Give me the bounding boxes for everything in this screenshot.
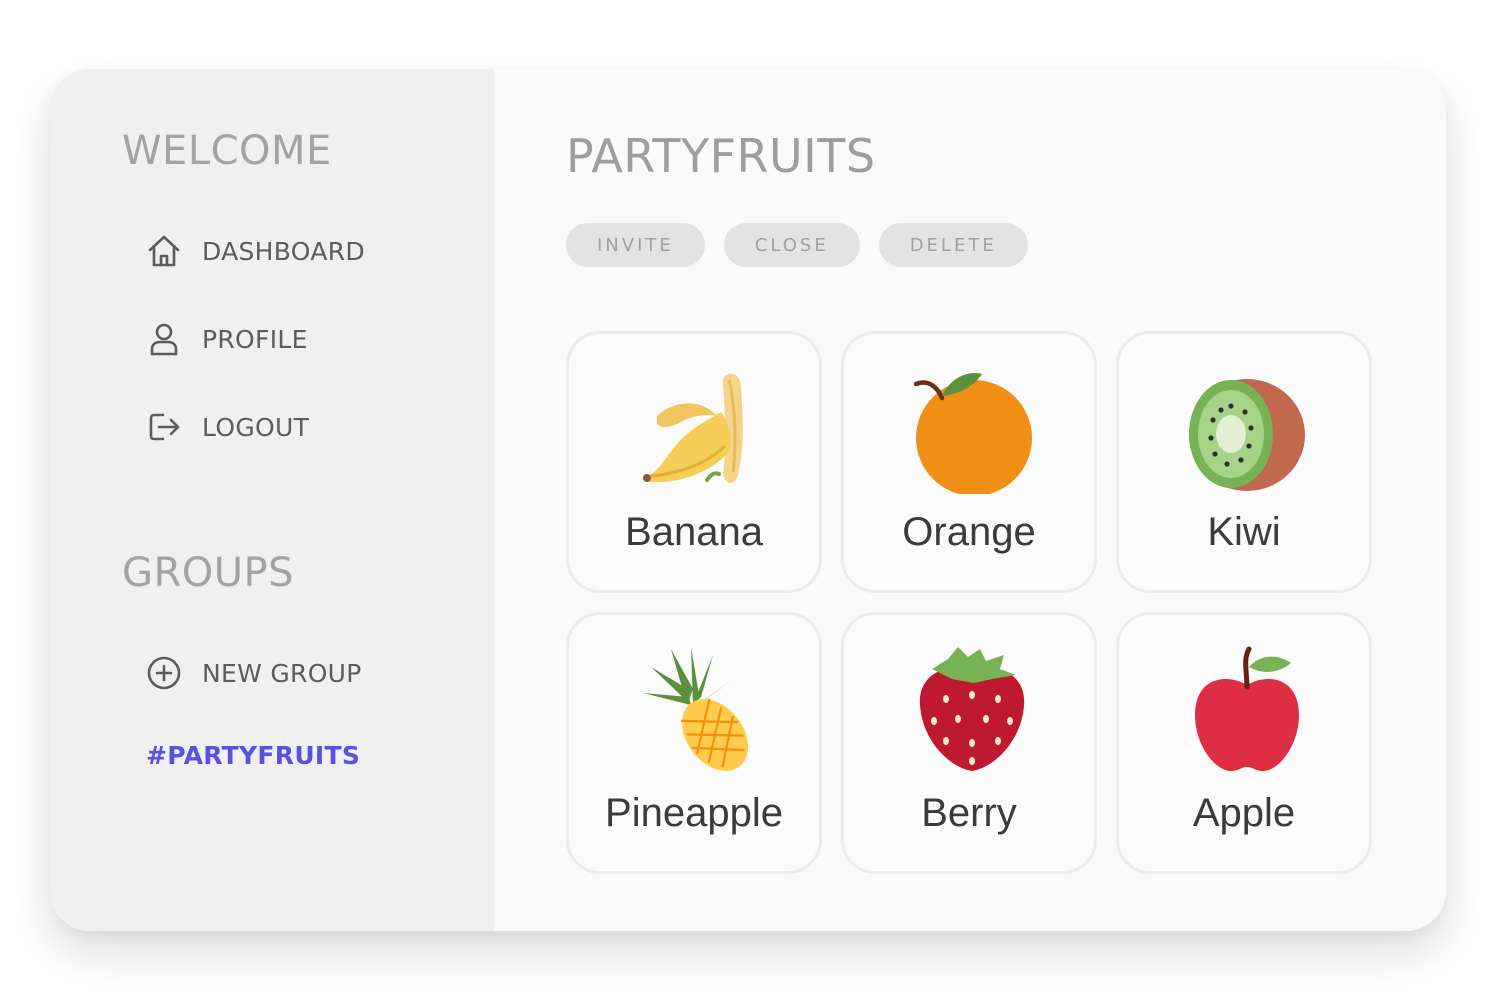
strawberry-icon [912, 645, 1032, 775]
nav-item-profile[interactable]: PROFILE [146, 317, 308, 361]
fruit-label-kiwi: Kiwi [1207, 510, 1281, 554]
fruit-card-banana[interactable]: Banana [566, 331, 822, 593]
groups-heading: GROUPS [122, 550, 295, 596]
fruit-card-pineapple[interactable]: Pineapple [566, 612, 822, 874]
fruit-label-pineapple: Pineapple [605, 791, 783, 835]
apple-icon [1187, 645, 1307, 775]
home-icon [146, 233, 182, 269]
nav-label-profile: PROFILE [202, 324, 308, 354]
pineapple-icon [637, 645, 757, 775]
fruit-label-berry: Berry [921, 791, 1017, 835]
fruit-card-berry[interactable]: Berry [841, 612, 1097, 874]
fruit-label-banana: Banana [625, 510, 763, 554]
nav-label-dashboard: DASHBOARD [202, 236, 365, 266]
orange-icon [912, 364, 1032, 496]
fruit-label-orange: Orange [902, 510, 1036, 554]
fruit-card-orange[interactable]: Orange [841, 331, 1097, 593]
action-bar: INVITE CLOSE DELETE [566, 223, 1028, 267]
new-group-label: NEW GROUP [202, 658, 362, 688]
nav-item-logout[interactable]: LOGOUT [146, 405, 309, 449]
fruit-card-apple[interactable]: Apple [1116, 612, 1372, 874]
logout-icon [146, 409, 182, 445]
welcome-heading: WELCOME [122, 128, 332, 174]
fruit-card-kiwi[interactable]: Kiwi [1116, 331, 1372, 593]
user-icon [146, 321, 182, 357]
fruit-grid: Banana Orange Kiwi Pineapple Berry Apple [566, 331, 1372, 874]
new-group-button[interactable]: NEW GROUP [146, 651, 362, 695]
nav-item-dashboard[interactable]: DASHBOARD [146, 229, 365, 273]
banana-icon [637, 364, 757, 494]
group-link-partyfruits[interactable]: #PARTYFRUITS [146, 741, 360, 770]
plus-circle-icon [146, 655, 182, 691]
fruit-label-apple: Apple [1192, 791, 1296, 835]
invite-button[interactable]: INVITE [566, 223, 705, 267]
kiwi-icon [1187, 364, 1307, 494]
delete-button[interactable]: DELETE [878, 223, 1028, 267]
close-button[interactable]: CLOSE [723, 223, 860, 267]
app-window: WELCOME DASHBOARD PROFILE LOGOUT GROUPS … [50, 69, 1446, 931]
sidebar: WELCOME DASHBOARD PROFILE LOGOUT GROUPS … [50, 69, 494, 931]
page-title: PARTYFRUITS [566, 129, 876, 183]
nav-label-logout: LOGOUT [202, 412, 310, 442]
